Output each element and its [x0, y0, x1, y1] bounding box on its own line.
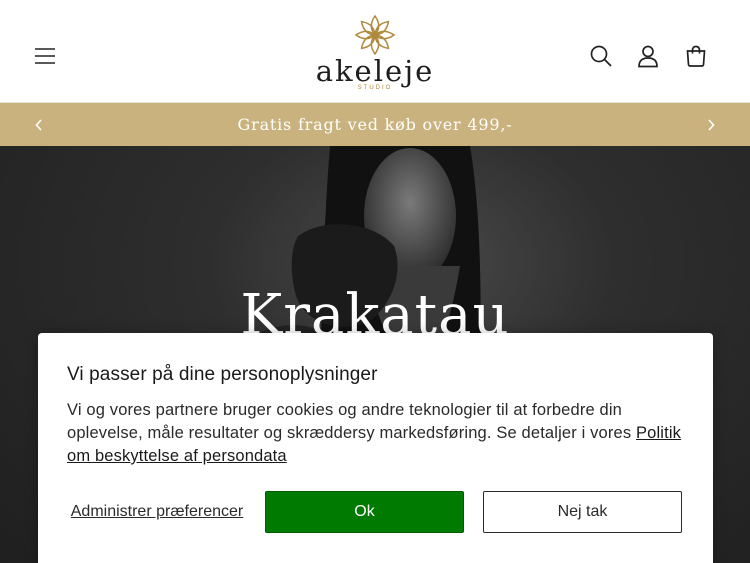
site-header: akeleje STUDIO	[0, 0, 750, 103]
cookie-body: Vi og vores partnere bruger cookies og a…	[67, 399, 687, 468]
search-button[interactable]	[585, 38, 617, 74]
cart-button[interactable]	[680, 38, 712, 74]
account-button[interactable]	[632, 38, 664, 74]
cookie-body-text: Vi og vores partnere bruger cookies og a…	[67, 401, 636, 442]
chevron-left-icon	[35, 119, 42, 131]
announcement-next-button[interactable]	[698, 111, 724, 139]
announcement-prev-button[interactable]	[26, 111, 52, 139]
cart-icon	[686, 45, 706, 67]
logo-text: akeleje	[315, 54, 435, 88]
cookie-consent-dialog: Vi passer på dine personoplysninger Vi o…	[38, 333, 713, 563]
manage-preferences-link[interactable]: Administrer præferencer	[67, 491, 247, 533]
site-logo[interactable]: akeleje STUDIO	[305, 14, 445, 100]
menu-button[interactable]	[28, 38, 62, 74]
account-icon	[638, 45, 658, 68]
announcement-text: Gratis fragt ved køb over 499,-	[237, 115, 513, 134]
accept-button[interactable]: Ok	[265, 491, 464, 533]
search-icon	[590, 45, 612, 67]
flower-logo-icon	[354, 14, 396, 56]
chevron-right-icon	[708, 119, 715, 131]
menu-icon	[35, 48, 55, 64]
cookie-title: Vi passer på dine personoplysninger	[67, 364, 378, 385]
announcement-bar: Gratis fragt ved køb over 499,-	[0, 103, 750, 146]
logo-subtext: STUDIO	[357, 85, 393, 91]
decline-button[interactable]: Nej tak	[483, 491, 682, 533]
